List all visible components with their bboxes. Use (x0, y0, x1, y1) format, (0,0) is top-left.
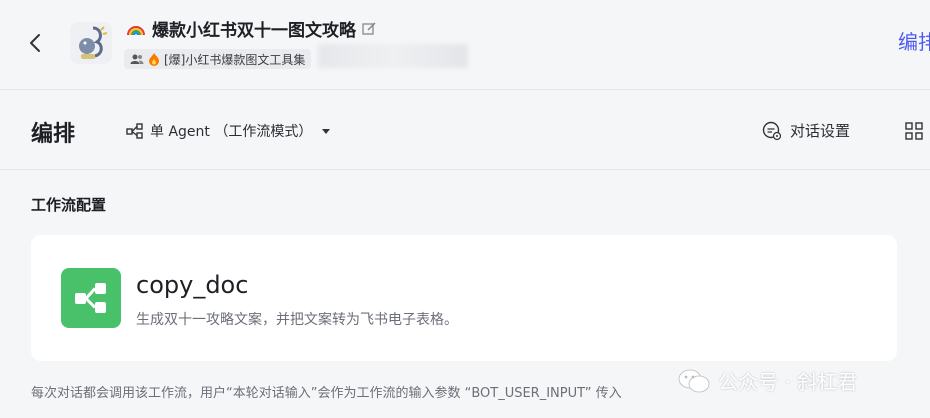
top-bar: 爆款小红书双十一图文攻略 [爆]小红书爆款图文工具集 编排 (0, 0, 930, 90)
workflow-description: 生成双十一攻略文案，并把文案转为飞书电子表格。 (136, 312, 458, 328)
workflow-name: copy_doc (136, 271, 249, 299)
section-title: 工作流配置 (31, 196, 107, 214)
blurred-region (318, 44, 468, 68)
edit-icon[interactable] (362, 21, 378, 37)
watermark: 公众号 · 斜杠君 (678, 366, 857, 395)
arrange-mode-link[interactable]: 编排 (898, 26, 930, 55)
wechat-icon (678, 369, 710, 392)
agent-mode-icon (126, 123, 143, 139)
page-title: 编排 (31, 122, 76, 147)
rainbow-icon (127, 25, 145, 35)
workflow-card[interactable]: copy_doc 生成双十一攻略文案，并把文案转为飞书电子表格。 (31, 235, 897, 361)
back-arrow-icon[interactable] (24, 30, 46, 56)
grid-icon[interactable] (905, 122, 923, 140)
agent-mode-label: 单 Agent （工作流模式） (150, 124, 313, 140)
dialog-settings-icon (762, 121, 782, 140)
dialog-settings-button[interactable]: 对话设置 (762, 120, 850, 141)
workflow-note: 每次对话都会调用该工作流，用户“本轮对话输入”会作为工作流的输入参数 “BOT_… (31, 386, 622, 401)
bot-avatar-icon[interactable] (70, 22, 112, 64)
workflow-config-panel: 工作流配置 copy_doc 生成双十一攻略文案，并把文案转为飞书电子表格。 每… (0, 170, 930, 418)
workflow-icon (61, 268, 121, 328)
bot-title: 爆款小红书双十一图文攻略 (152, 21, 356, 41)
chevron-down-icon (322, 128, 331, 134)
workspace-tag[interactable]: [爆]小红书爆款图文工具集 (124, 49, 312, 69)
bot-title-row: 爆款小红书双十一图文攻略 (126, 16, 378, 41)
agent-mode-dropdown[interactable]: 单 Agent （工作流模式） (126, 121, 331, 141)
dialog-settings-label: 对话设置 (790, 122, 851, 140)
workspace-label: [爆]小红书爆款图文工具集 (164, 52, 306, 67)
group-icon (130, 54, 144, 64)
sub-bar: 编排 单 Agent （工作流模式） 对话设置 (0, 90, 930, 170)
fire-icon (149, 53, 159, 66)
watermark-text: 公众号 · 斜杠君 (718, 370, 858, 394)
